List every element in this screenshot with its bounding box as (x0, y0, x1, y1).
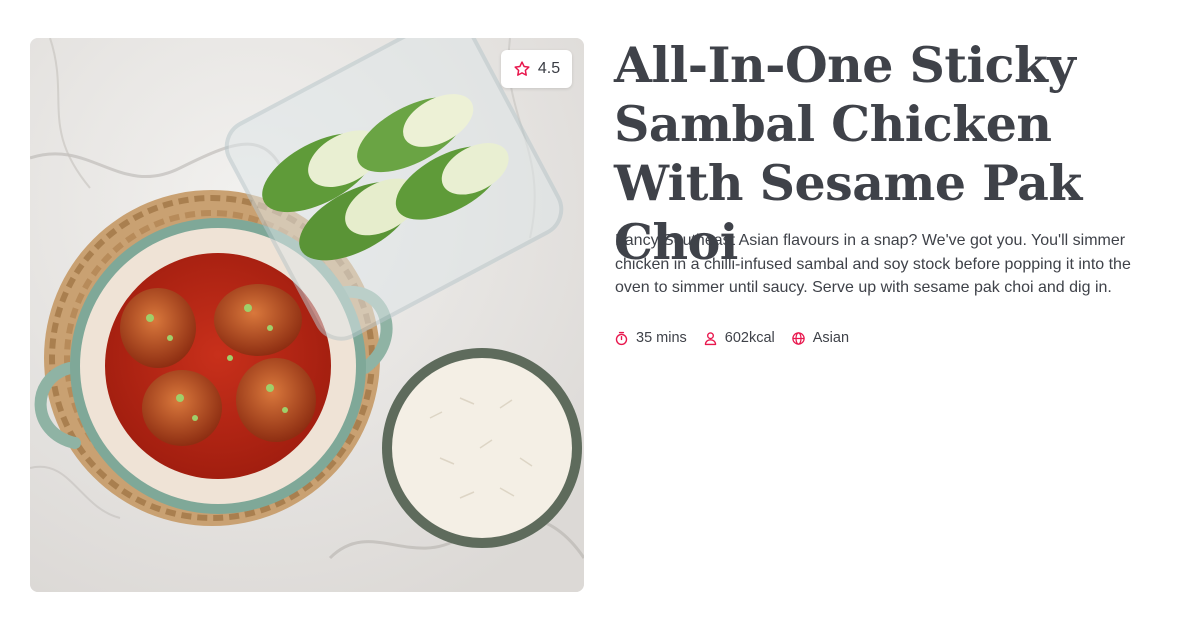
person-icon (704, 331, 716, 345)
stopwatch-icon (615, 331, 628, 345)
time-label: 35 mins (636, 330, 687, 346)
meta-cuisine: Asian (791, 330, 849, 346)
recipe-photo-illustration (30, 38, 584, 592)
meta-calories: 602kcal (703, 330, 775, 346)
star-icon (514, 61, 530, 76)
recipe-image[interactable] (30, 38, 584, 592)
meta-time: 35 mins (614, 330, 687, 346)
rating-value: 4.5 (537, 60, 561, 77)
recipe-description: Fancy Southeast Asian flavours in a snap… (615, 232, 1131, 296)
recipe-card[interactable]: 4.5 All-In-One Sticky Sambal Chicken Wit… (0, 0, 1200, 630)
rating-badge[interactable]: 4.5 (501, 50, 572, 88)
calories-label: 602kcal (724, 330, 775, 346)
cuisine-label: Asian (812, 330, 850, 346)
recipe-meta: 35 mins 602kcal Asian (614, 330, 849, 346)
globe-icon (792, 331, 805, 345)
